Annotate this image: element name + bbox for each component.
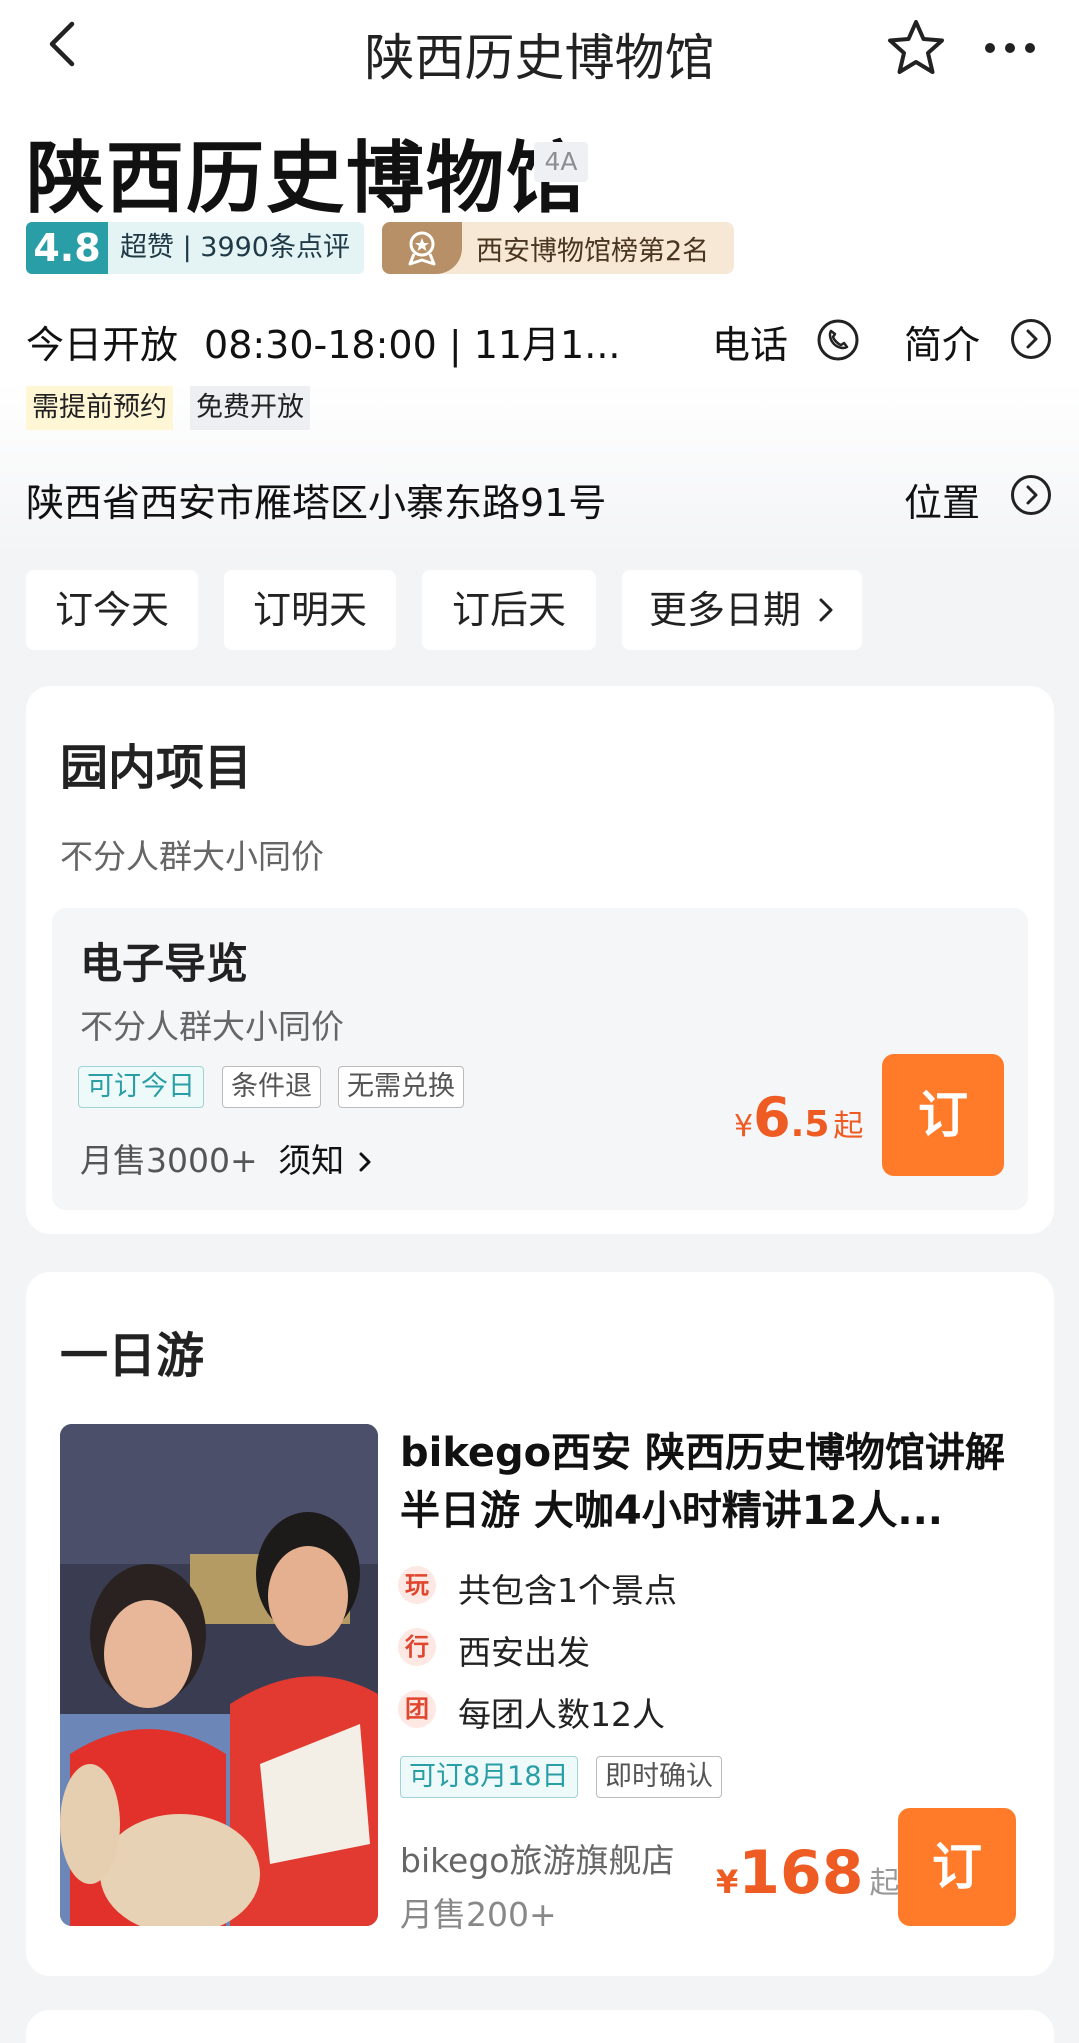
open-status: 今日开放 [26,323,179,367]
feature-departure: 西安出发 [458,1633,590,1672]
notice-link[interactable]: 须知 [278,1141,344,1180]
chevron-right-icon [819,598,833,622]
price-suffix: 起 [833,1109,864,1144]
intro-button-label[interactable]: 简介 [904,314,980,369]
rating-text: 超赞 | 3990条点评 [108,222,364,274]
ranking-badge[interactable]: 西安博物馆榜第2名 [382,222,734,274]
more-button[interactable] [980,26,1040,66]
more-dots-icon [985,43,1035,53]
phone-icon[interactable] [816,318,860,362]
park-items-title: 园内项目 [60,740,253,796]
star-outline-icon [888,20,944,74]
more-dates-label: 更多日期 [648,588,801,632]
currency-symbol: ¥ [716,1863,739,1901]
order-audio-guide-button[interactable]: 订 [882,1054,1004,1176]
bookable-today-chip: 可订今日 [78,1066,204,1108]
feature-spots: 共包含1个景点 [458,1571,677,1610]
grade-badge: 4A [534,142,588,182]
address-text[interactable]: 陕西省西安市雁塔区小寨东路91号 [26,472,606,527]
book-tomorrow-button[interactable]: 订明天 [224,570,396,650]
tour-name[interactable]: bikego西安 陕西历史博物馆讲解半日游 大咖4小时精讲12人... [400,1424,1020,1540]
day-tour-title: 一日游 [60,1328,205,1384]
shop-name[interactable]: bikego旅游旗舰店 [400,1834,675,1882]
price-amount: 168 [738,1838,864,1908]
price-suffix: 起 [869,1866,900,1901]
tour-sales: 月售200+ [400,1895,557,1934]
feature-group-size: 每团人数12人 [458,1695,665,1734]
group-icon: 团 [398,1690,436,1728]
price-decimal: .5 [790,1104,830,1145]
opening-hours[interactable]: 今日开放 08:30-18:00 | 11月1... [26,314,620,369]
sales-and-notice: 月售3000+ 须知 [80,1134,373,1182]
audio-guide-sales: 月售3000+ [80,1141,258,1180]
play-icon: 玩 [398,1566,436,1604]
instant-confirm-chip: 即时确认 [596,1756,722,1798]
audio-guide-name: 电子导览 [80,939,249,988]
tour-photo[interactable] [60,1424,378,1926]
book-today-button[interactable]: 订今天 [26,570,198,650]
phone-button-label[interactable]: 电话 [712,314,788,369]
attraction-title: 陕西历史博物馆 [26,134,587,224]
currency-symbol: ¥ [734,1109,754,1144]
park-items-subtitle: 不分人群大小同价 [60,837,324,876]
book-day-after-button[interactable]: 订后天 [422,570,596,650]
more-dates-button[interactable]: 更多日期 [622,570,862,650]
rating-score: 4.8 [26,222,108,274]
chevron-circle-right-icon[interactable] [1010,318,1052,360]
audio-guide-desc: 不分人群大小同价 [80,1007,344,1046]
free-entry-tag: 免费开放 [190,386,310,430]
no-exchange-chip: 无需兑换 [338,1066,464,1108]
travel-icon: 行 [398,1628,436,1666]
conditional-refund-chip: 条件退 [222,1066,321,1108]
favorite-button[interactable] [884,16,948,80]
rating-badge[interactable]: 4.8 超赞 | 3990条点评 [26,222,364,274]
medal-icon [382,222,462,274]
ranking-text: 西安博物馆榜第2名 [476,235,710,267]
reservation-tag: 需提前预约 [26,386,173,430]
chevron-right-icon[interactable] [357,1149,373,1175]
order-tour-button[interactable]: 订 [898,1808,1016,1926]
bookable-date-chip: 可订8月18日 [400,1756,578,1798]
audio-guide-price: ¥6.5 起 [734,1086,863,1149]
price-integer: 6 [753,1086,791,1149]
location-button-label[interactable]: 位置 [904,472,980,527]
tour-price: ¥168 起 [716,1838,900,1908]
open-time: 08:30-18:00 | 11月1... [204,323,621,367]
next-card-peek [26,2010,1054,2043]
chevron-circle-right-icon[interactable] [1010,474,1052,516]
